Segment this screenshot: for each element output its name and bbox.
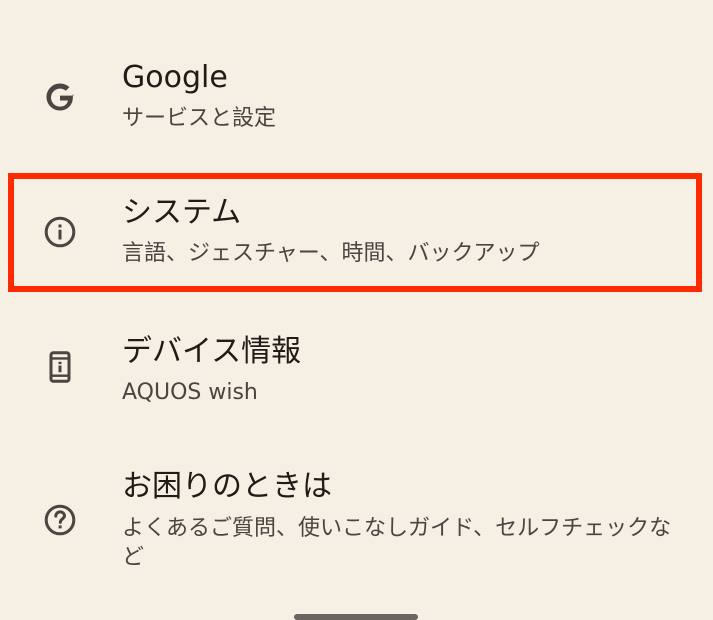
settings-item-subtitle: AQUOS wish	[122, 380, 258, 405]
settings-item-google[interactable]: Google サービスと設定	[0, 50, 713, 150]
settings-item-title: システム	[122, 195, 242, 230]
home-indicator-bar[interactable]	[294, 614, 418, 620]
settings-item-title: お困りのときは	[122, 469, 332, 504]
settings-item-subtitle: 言語、ジェスチャー、時間、バックアップ	[122, 241, 540, 266]
settings-item-title: Google	[122, 60, 228, 95]
google-g-icon	[38, 75, 82, 119]
phone-info-icon	[38, 345, 82, 389]
settings-item-system[interactable]: システム 言語、ジェスチャー、時間、バックアップ	[0, 185, 713, 280]
settings-item-help[interactable]: お困りのときは よくあるご質問、使いこなしガイド、セルフチェックなど	[0, 455, 713, 580]
info-icon	[38, 210, 82, 254]
help-icon	[38, 498, 82, 542]
settings-item-device-info[interactable]: デバイス情報 AQUOS wish	[0, 320, 713, 420]
settings-item-subtitle: よくあるご質問、使いこなしガイド、セルフチェックなど	[122, 516, 672, 570]
settings-item-title: デバイス情報	[122, 334, 302, 369]
settings-item-subtitle: サービスと設定	[122, 106, 277, 131]
